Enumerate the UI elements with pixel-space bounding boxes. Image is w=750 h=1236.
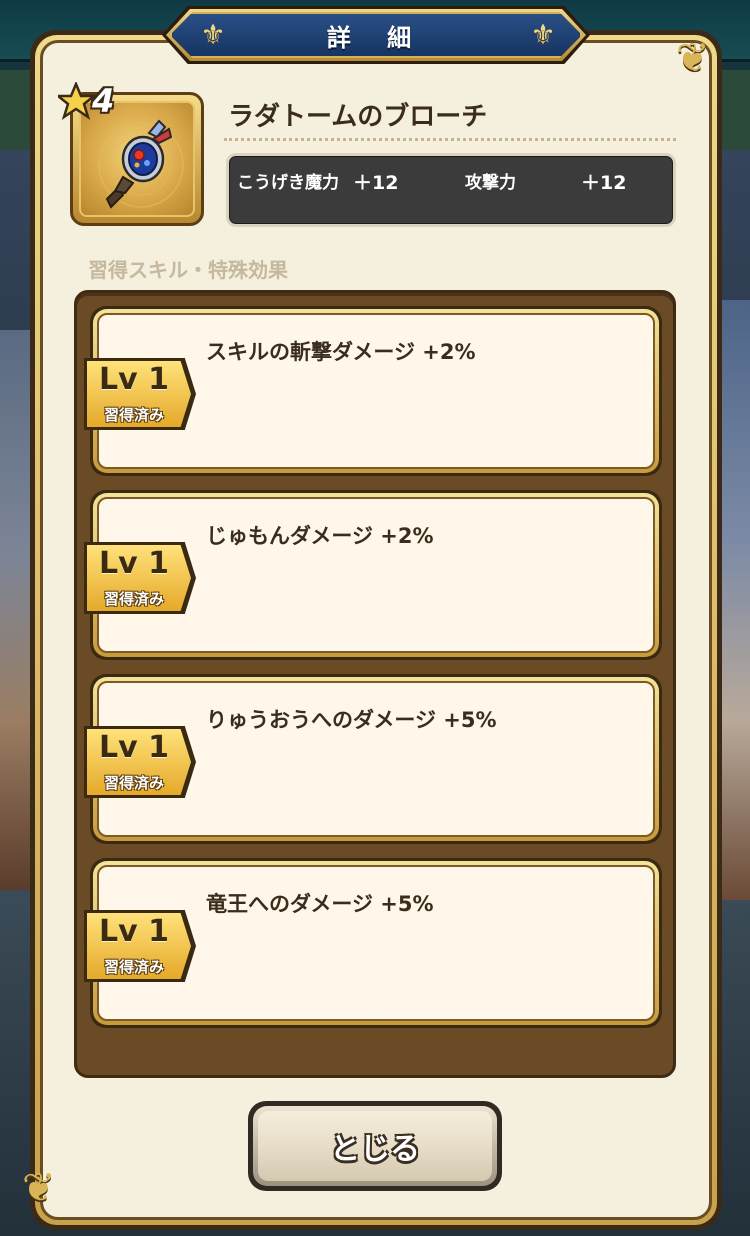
name-divider: [224, 138, 676, 141]
skill-level: Lv 1: [99, 730, 169, 765]
skill-description: スキルの斬撃ダメージ +2%: [206, 340, 476, 364]
skill-description: 竜王へのダメージ +5%: [206, 892, 434, 916]
fleur-de-lis-icon: ⚜: [530, 18, 556, 51]
skill-status: 習得済み: [103, 590, 164, 608]
section-heading: 習得スキル・特殊効果: [88, 258, 288, 282]
skill-description: じゅもんダメージ +2%: [206, 524, 434, 548]
skill-level-badge: Lv 1 習得済み: [84, 542, 196, 614]
skill-level-badge: Lv 1 習得済み: [84, 910, 196, 982]
corner-ornament-icon: ❦: [22, 1165, 56, 1211]
skill-level: Lv 1: [99, 362, 169, 397]
rarity-star-count: 4: [92, 82, 115, 120]
close-button-label: とじる: [330, 1132, 420, 1167]
skill-level-badge: Lv 1 習得済み: [84, 726, 196, 798]
skill-level-badge: Lv 1 習得済み: [84, 358, 196, 430]
stat-label-magic-attack: こうげき魔力: [237, 173, 339, 193]
corner-ornament-icon: ❦: [676, 35, 710, 81]
fleur-de-lis-icon: ⚜: [200, 18, 226, 51]
skill-level: Lv 1: [99, 914, 169, 949]
skill-status: 習得済み: [103, 406, 164, 424]
stat-box: こうげき魔力 ＋12 攻撃力 ＋12: [226, 153, 676, 227]
item-name: ラダトームのブローチ: [228, 102, 488, 132]
brooch-icon-graphic: [98, 119, 184, 209]
stat-value-magic-attack: ＋12: [353, 172, 399, 194]
skill-level: Lv 1: [99, 546, 169, 581]
skill-description: りゅうおうへのダメージ +5%: [206, 708, 497, 732]
skill-status: 習得済み: [103, 774, 164, 792]
dialog-title: 詳 細: [326, 23, 426, 52]
background-building-left: [0, 330, 34, 890]
stat-label-attack: 攻撃力: [465, 173, 516, 193]
close-button[interactable]: とじる: [248, 1101, 502, 1191]
skill-status: 習得済み: [103, 958, 164, 976]
stat-value-attack: ＋12: [581, 172, 627, 194]
